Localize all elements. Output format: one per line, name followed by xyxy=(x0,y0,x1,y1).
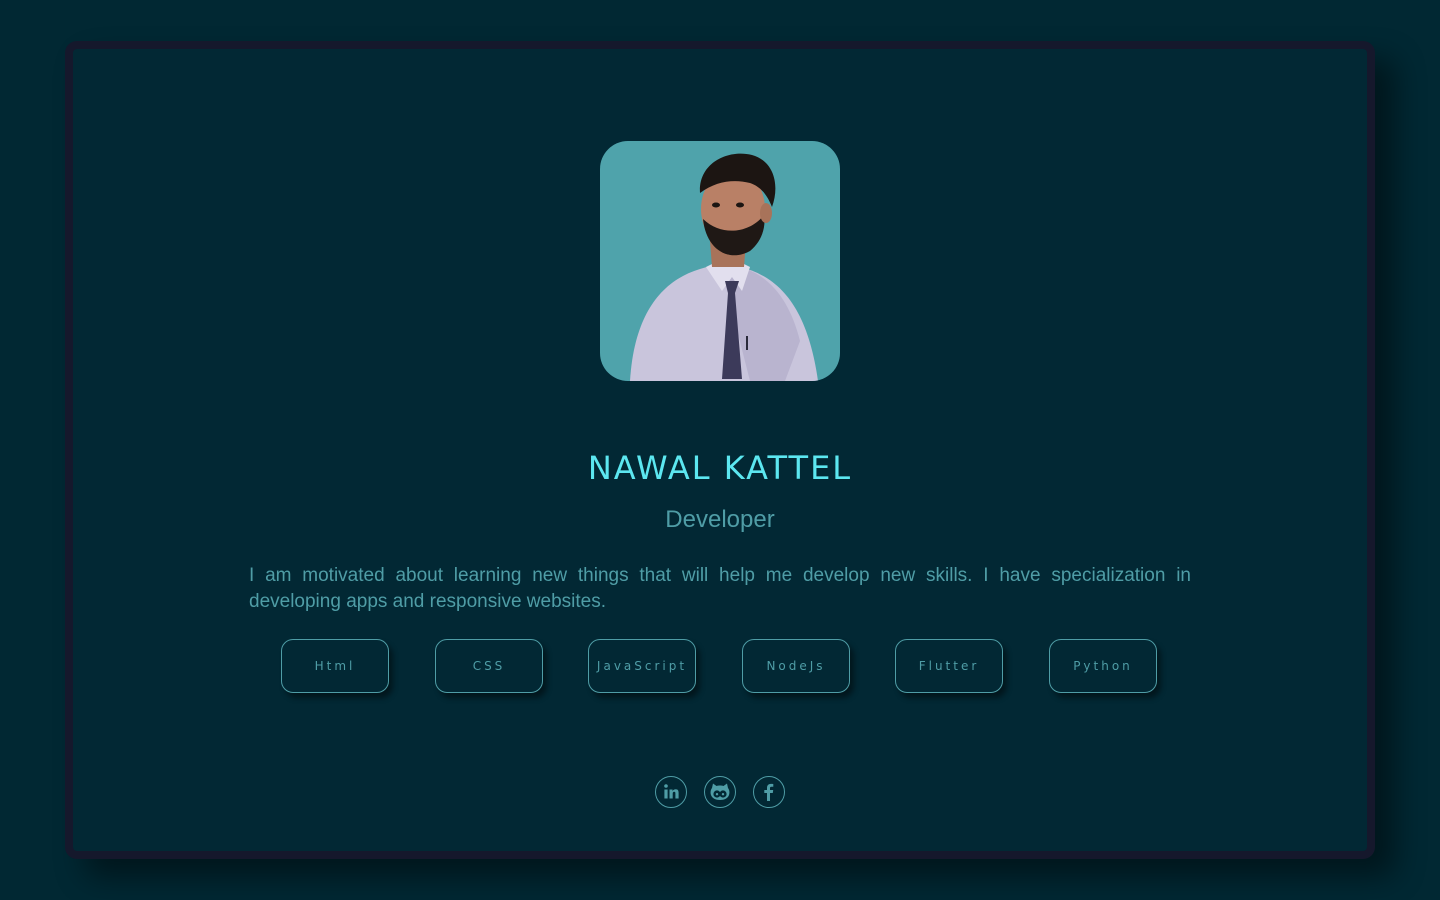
facebook-link[interactable] xyxy=(753,776,785,808)
person-illustration xyxy=(630,153,818,381)
social-links xyxy=(655,776,795,810)
linkedin-link[interactable] xyxy=(655,776,687,808)
facebook-icon xyxy=(764,783,774,801)
profile-photo xyxy=(600,141,840,381)
skill-html-button[interactable]: Html xyxy=(281,639,389,693)
linkedin-icon xyxy=(664,784,679,799)
skill-nodejs-button[interactable]: NodeJs xyxy=(742,639,850,693)
profile-bio: I am motivated about learning new things… xyxy=(249,565,1191,612)
skill-flutter-button[interactable]: Flutter xyxy=(895,639,1003,693)
github-link[interactable] xyxy=(704,776,736,808)
profile-card: NAWAL KATTEL Developer I am motivated ab… xyxy=(65,41,1375,859)
skill-javascript-button[interactable]: JavaScript xyxy=(588,639,696,693)
profile-role: Developer xyxy=(665,506,775,533)
github-icon xyxy=(710,783,730,800)
profile-name: NAWAL KATTEL xyxy=(587,449,853,487)
skill-css-button[interactable]: CSS xyxy=(435,639,543,693)
skill-python-button[interactable]: Python xyxy=(1049,639,1157,693)
skills-list: Html CSS JavaScript NodeJs Flutter Pytho… xyxy=(281,639,1161,695)
